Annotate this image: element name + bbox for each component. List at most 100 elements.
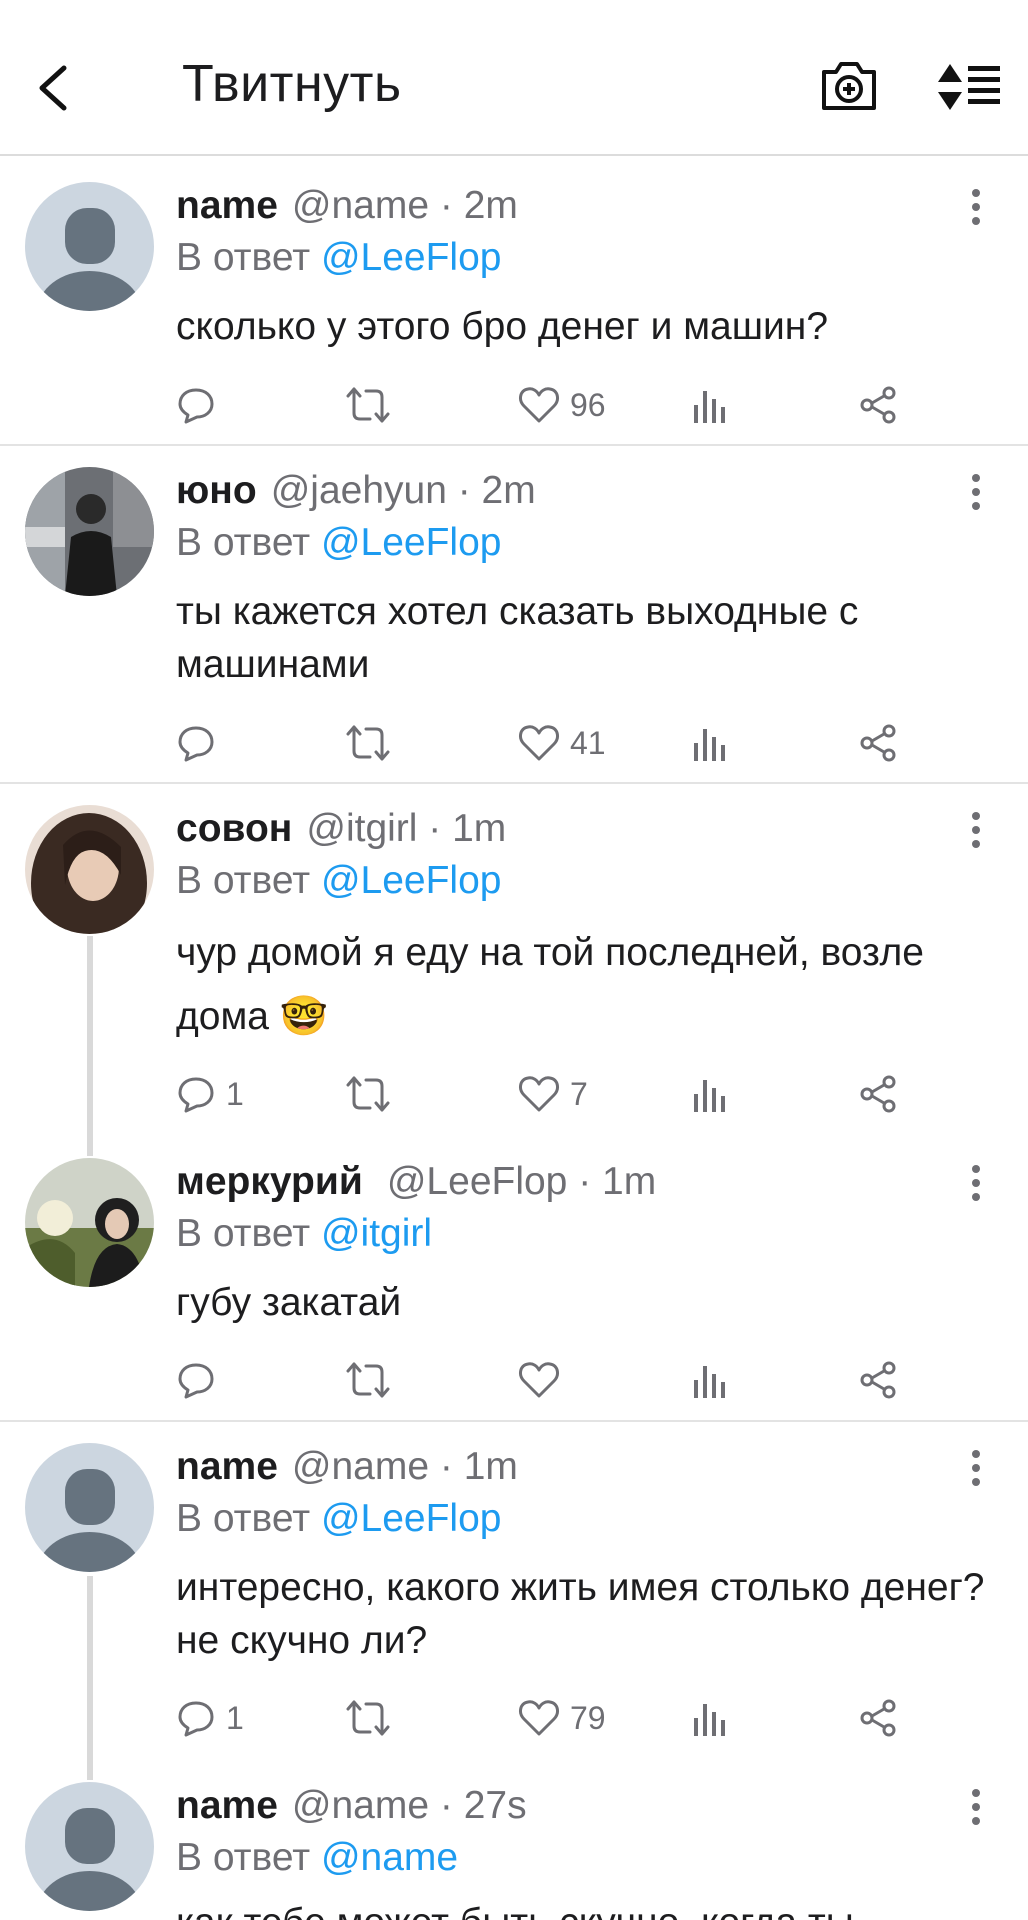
stats-button[interactable]: [692, 1073, 726, 1115]
mention-link[interactable]: @itgirl: [321, 1212, 432, 1255]
more-options-icon[interactable]: [968, 472, 984, 512]
bar-chart-icon: [694, 391, 725, 423]
retweet-button[interactable]: [344, 1697, 392, 1739]
display-name[interactable]: name: [176, 1445, 278, 1488]
heart-icon: [519, 725, 559, 761]
share-button[interactable]: [858, 1697, 898, 1739]
bar-chart-icon: [694, 1704, 725, 1736]
mention-link[interactable]: @LeeFlop: [321, 521, 502, 564]
reply-button[interactable]: [176, 384, 226, 426]
share-button[interactable]: [858, 1073, 898, 1115]
like-button[interactable]: 7: [518, 1073, 588, 1115]
share-icon: [860, 1075, 896, 1113]
stats-button[interactable]: [692, 384, 726, 426]
handle-time: @jaehyun · 2m: [270, 469, 536, 512]
thread-line: [87, 936, 93, 1156]
reply-prefix: В ответ: [176, 1836, 311, 1879]
avatar[interactable]: [25, 1443, 154, 1572]
display-name[interactable]: юно: [176, 469, 257, 512]
retweet-button[interactable]: [344, 1359, 392, 1401]
mention-link[interactable]: @LeeFlop: [321, 1497, 502, 1540]
stats-button[interactable]: [692, 1697, 726, 1739]
tweet-text: сколько у этого бро денег и машин?: [176, 305, 829, 348]
back-button[interactable]: [30, 58, 80, 118]
reply-count: 1: [226, 1075, 244, 1112]
display-name[interactable]: name: [176, 184, 278, 227]
share-button[interactable]: [858, 722, 898, 764]
handle-time: @name · 27s: [291, 1784, 527, 1827]
retweet-icon: [346, 1076, 390, 1112]
heart-icon: [519, 387, 559, 423]
default-avatar-icon: [25, 1443, 154, 1572]
chevron-left-icon: [39, 65, 67, 111]
display-name[interactable]: name: [176, 1784, 278, 1827]
reply-icon: [178, 388, 214, 424]
avatar[interactable]: [25, 467, 154, 596]
reply-button[interactable]: 1: [176, 1073, 244, 1115]
retweet-button[interactable]: [344, 384, 392, 426]
more-options-icon[interactable]: [968, 1163, 984, 1203]
mention-link[interactable]: @name: [321, 1836, 458, 1879]
reply-button[interactable]: 1: [176, 1697, 244, 1739]
retweet-icon: [346, 1700, 390, 1736]
sort-button[interactable]: [936, 62, 1002, 112]
more-options-icon[interactable]: [968, 1448, 984, 1488]
more-options-icon[interactable]: [968, 1787, 984, 1827]
reply-prefix: В ответ: [176, 236, 311, 279]
bar-chart-icon: [694, 1080, 725, 1112]
mention-link[interactable]: @LeeFlop: [321, 859, 502, 902]
like-count: 7: [570, 1075, 588, 1112]
page-title: Твитнуть: [182, 55, 402, 113]
tweet-text: как тебе может быть скучно, когда ты: [176, 1896, 996, 1920]
share-icon: [860, 724, 896, 762]
like-button[interactable]: 79: [518, 1697, 606, 1739]
tweet-text: ты кажется хотел сказать выходные с маши…: [176, 590, 859, 686]
tweet-text: чур домой я еду на той последней, возле …: [176, 931, 924, 1038]
like-button[interactable]: 41: [518, 722, 606, 764]
reply-icon: [178, 726, 214, 762]
stats-button[interactable]: [692, 722, 726, 764]
reply-count: 1: [226, 1699, 244, 1736]
tweet-text: губу закатай: [176, 1281, 402, 1324]
like-count: 79: [570, 1699, 606, 1736]
like-button[interactable]: 96: [518, 384, 606, 426]
like-button[interactable]: [518, 1359, 570, 1401]
avatar[interactable]: [25, 182, 154, 311]
stats-button[interactable]: [692, 1359, 726, 1401]
profile-photo-icon: [25, 467, 154, 596]
share-icon: [860, 1699, 896, 1737]
mention-link[interactable]: @LeeFlop: [321, 236, 502, 279]
handle-time: @name · 2m: [291, 184, 518, 227]
tweet-text: интересно, какого жить имея столько дене…: [176, 1566, 985, 1662]
like-count: 41: [570, 724, 606, 761]
more-options-icon[interactable]: [968, 810, 984, 850]
avatar[interactable]: [25, 1158, 154, 1287]
add-photo-button[interactable]: [818, 58, 880, 114]
top-bar: Твитнуть: [0, 0, 1028, 156]
avatar[interactable]: [25, 805, 154, 934]
reply-button[interactable]: [176, 722, 226, 764]
share-button[interactable]: [858, 1359, 898, 1401]
more-options-icon[interactable]: [968, 187, 984, 227]
reply-prefix: В ответ: [176, 859, 311, 902]
default-avatar-icon: [25, 182, 154, 311]
avatar[interactable]: [25, 1782, 154, 1911]
retweet-icon: [346, 725, 390, 761]
share-icon: [860, 386, 896, 424]
heart-icon: [519, 1076, 559, 1112]
display-name[interactable]: меркурий: [176, 1160, 363, 1203]
share-button[interactable]: [858, 384, 898, 426]
bar-chart-icon: [694, 1366, 725, 1398]
like-count: 96: [570, 386, 606, 423]
reply-prefix: В ответ: [176, 521, 311, 564]
share-icon: [860, 1361, 896, 1399]
heart-icon: [519, 1700, 559, 1736]
retweet-icon: [346, 387, 390, 423]
retweet-button[interactable]: [344, 722, 392, 764]
camera-plus-icon: [822, 62, 876, 110]
divider: [0, 1420, 1028, 1422]
retweet-button[interactable]: [344, 1073, 392, 1115]
reply-icon: [178, 1077, 214, 1113]
reply-button[interactable]: [176, 1359, 226, 1401]
display-name[interactable]: совон: [176, 807, 292, 850]
